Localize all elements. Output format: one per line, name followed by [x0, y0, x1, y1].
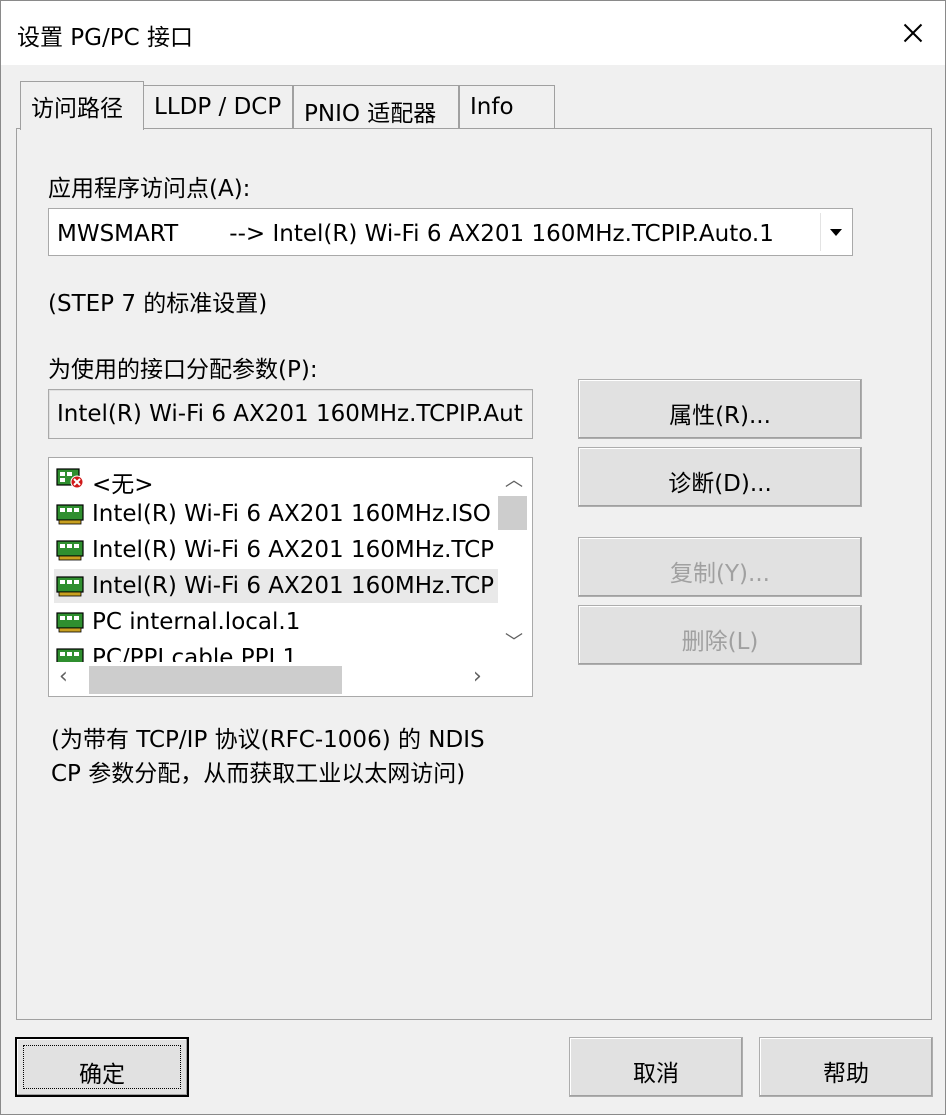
list-item-label: <无> — [92, 472, 154, 498]
dropdown-button[interactable] — [820, 213, 851, 251]
delete-button[interactable]: 删除(L) — [578, 605, 862, 665]
vertical-scroll-thumb[interactable] — [498, 496, 527, 530]
tab-label: 访问路径 — [31, 96, 123, 122]
ok-button[interactable]: 确定 — [15, 1037, 189, 1097]
selected-interface-field: Intel(R) Wi-Fi 6 AX201 160MHz.TCPIP.Aut — [48, 389, 533, 439]
tab-access-path[interactable]: 访问路径 — [20, 81, 144, 130]
network-card-icon — [56, 612, 84, 633]
scroll-right-icon[interactable]: › — [473, 664, 482, 689]
scroll-down-icon[interactable]: ﹀ — [505, 628, 523, 654]
tab-label: Info — [470, 94, 514, 120]
horizontal-scroll-thumb[interactable] — [89, 666, 342, 694]
button-label: 取消 — [633, 1061, 679, 1087]
network-card-icon — [56, 504, 84, 525]
title-bar[interactable]: 设置 PG/PC 接口 — [1, 1, 945, 65]
tab-pnio-adapter[interactable]: PNIO 适配器 — [293, 85, 459, 128]
window-title: 设置 PG/PC 接口 — [17, 25, 193, 51]
list-item[interactable]: Intel(R) Wi-Fi 6 AX201 160MHz.ISO — [54, 497, 498, 531]
list-item-label: Intel(R) Wi-Fi 6 AX201 160MHz.TCP — [92, 573, 495, 599]
list-item-label: PC internal.local.1 — [92, 609, 301, 635]
dialog-window: 设置 PG/PC 接口 访问路径 LLDP / DCP PNIO 适配器 Inf… — [0, 0, 946, 1115]
copy-button[interactable]: 复制(Y)... — [578, 537, 862, 597]
tab-info[interactable]: Info — [459, 85, 555, 128]
button-label: 确定 — [79, 1062, 125, 1088]
tab-label: PNIO 适配器 — [304, 101, 437, 127]
cancel-button[interactable]: 取消 — [569, 1037, 743, 1097]
tab-label: LLDP / DCP — [154, 94, 282, 120]
button-label: 帮助 — [823, 1061, 869, 1087]
scroll-up-icon[interactable]: ︿ — [505, 466, 523, 492]
horizontal-scrollbar[interactable]: ‹ › — [51, 662, 498, 694]
list-item-selected[interactable]: Intel(R) Wi-Fi 6 AX201 160MHz.TCP — [54, 569, 498, 603]
network-card-icon — [56, 540, 84, 561]
list-item-label: Intel(R) Wi-Fi 6 AX201 160MHz.TCP — [92, 537, 495, 563]
interface-description: (为带有 TCP/IP 协议(RFC-1006) 的 NDIS CP 参数分配，… — [51, 727, 485, 787]
list-item[interactable]: Intel(R) Wi-Fi 6 AX201 160MHz.TCP — [54, 533, 498, 567]
list-item-label: Intel(R) Wi-Fi 6 AX201 160MHz.ISO — [92, 501, 491, 527]
access-point-note: (STEP 7 的标准设置) — [48, 291, 268, 317]
access-point-select[interactable]: MWSMART --> Intel(R) Wi-Fi 6 AX201 160MH… — [48, 208, 853, 256]
access-point-label: 应用程序访问点(A): — [48, 176, 251, 202]
list-item[interactable]: PC internal.local.1 — [54, 605, 498, 639]
selected-interface-value: Intel(R) Wi-Fi 6 AX201 160MHz.TCPIP.Aut — [57, 401, 523, 427]
nic-none-icon — [56, 468, 84, 489]
list-item[interactable]: <无> — [54, 461, 498, 498]
scroll-left-icon[interactable]: ‹ — [59, 664, 68, 689]
access-point-value: MWSMART --> Intel(R) Wi-Fi 6 AX201 160MH… — [57, 221, 774, 247]
help-button[interactable]: 帮助 — [759, 1037, 933, 1097]
button-label: 复制(Y)... — [670, 561, 770, 587]
close-icon[interactable] — [881, 9, 941, 57]
button-label: 诊断(D)... — [668, 471, 772, 497]
diagnostics-button[interactable]: 诊断(D)... — [578, 447, 862, 507]
tab-lldp-dcp[interactable]: LLDP / DCP — [143, 85, 293, 128]
properties-button[interactable]: 属性(R)... — [578, 379, 862, 439]
interface-listbox[interactable]: <无> Intel(R) Wi-Fi 6 AX201 160MHz.ISO In… — [48, 457, 533, 697]
chevron-down-icon — [830, 229, 842, 236]
network-card-icon — [56, 576, 84, 597]
button-label: 属性(R)... — [669, 403, 771, 429]
interface-label: 为使用的接口分配参数(P): — [48, 357, 318, 383]
button-label: 删除(L) — [681, 629, 759, 655]
